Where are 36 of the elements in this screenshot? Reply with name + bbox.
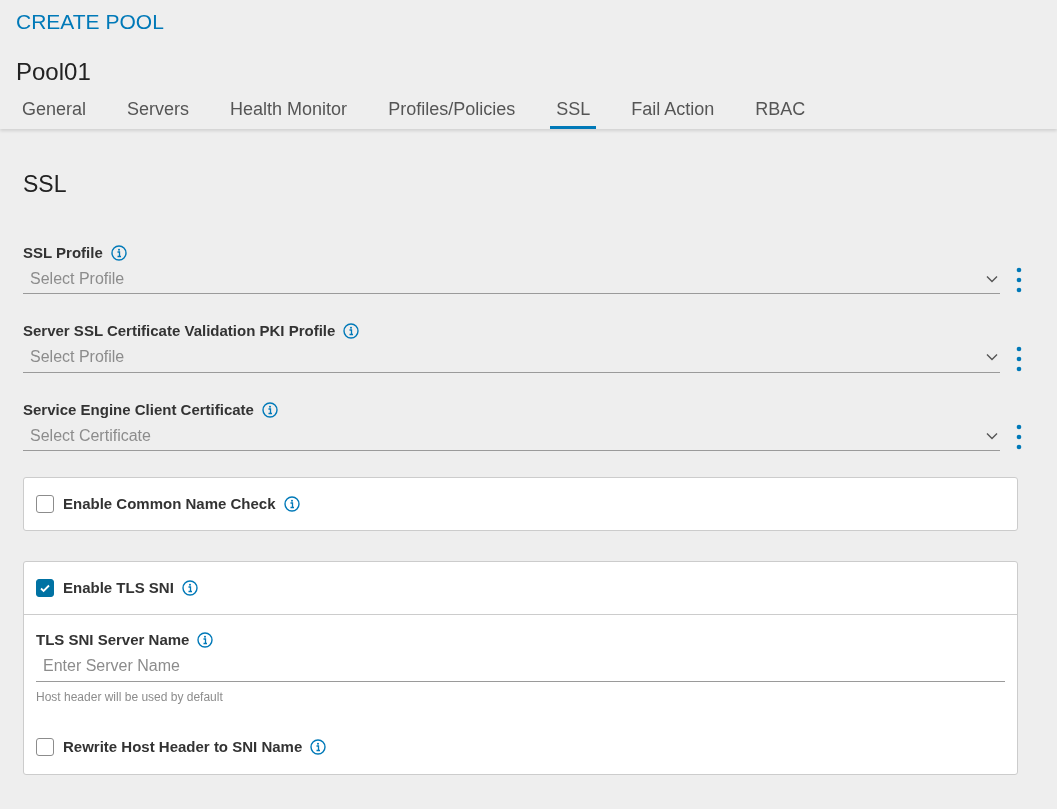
kebab-menu-icon[interactable]	[1016, 345, 1022, 372]
chevron-down-icon	[986, 353, 998, 361]
checkmark-icon	[39, 582, 51, 594]
field-label: Service Engine Client Certificate	[23, 399, 254, 420]
checkbox-label: Enable TLS SNI	[63, 577, 174, 598]
kebab-menu-icon[interactable]	[1016, 424, 1022, 450]
chevron-down-icon	[986, 274, 998, 283]
info-icon[interactable]	[310, 738, 327, 755]
field-label: SSL Profile	[23, 242, 103, 263]
tab[interactable]: Profiles/Policies	[388, 96, 516, 129]
checkbox[interactable]	[36, 579, 54, 597]
section-title: SSL	[23, 170, 68, 199]
tab[interactable]: Fail Action	[631, 96, 715, 129]
checkbox[interactable]	[36, 737, 54, 756]
info-icon[interactable]	[261, 401, 278, 418]
tab[interactable]: Servers	[127, 96, 190, 129]
checkbox[interactable]	[36, 495, 54, 513]
tab[interactable]: Health Monitor	[230, 96, 348, 129]
tab[interactable]: RBAC	[755, 96, 806, 129]
checkbox-label: Enable Common Name Check	[63, 493, 276, 514]
info-icon[interactable]	[343, 323, 360, 340]
page-title: CREATE POOL	[16, 9, 165, 35]
info-icon[interactable]	[197, 632, 214, 649]
info-icon[interactable]	[283, 496, 300, 512]
helper-text: Host header will be used by default	[36, 688, 224, 706]
field-label: TLS SNI Server Name	[36, 630, 190, 650]
tab[interactable]: General	[22, 96, 87, 129]
tab[interactable]: SSL	[550, 96, 597, 129]
checkbox-label: Rewrite Host Header to SNI Name	[63, 736, 303, 757]
info-icon[interactable]	[110, 244, 127, 261]
input-field[interactable]: Enter Server Name	[36, 651, 1005, 682]
chevron-down-icon	[986, 431, 998, 440]
info-icon[interactable]	[181, 580, 198, 596]
kebab-menu-icon[interactable]	[1016, 267, 1022, 293]
field-label: Server SSL Certificate Validation PKI Profile	[23, 321, 336, 341]
pool-name: Pool01	[16, 57, 92, 87]
